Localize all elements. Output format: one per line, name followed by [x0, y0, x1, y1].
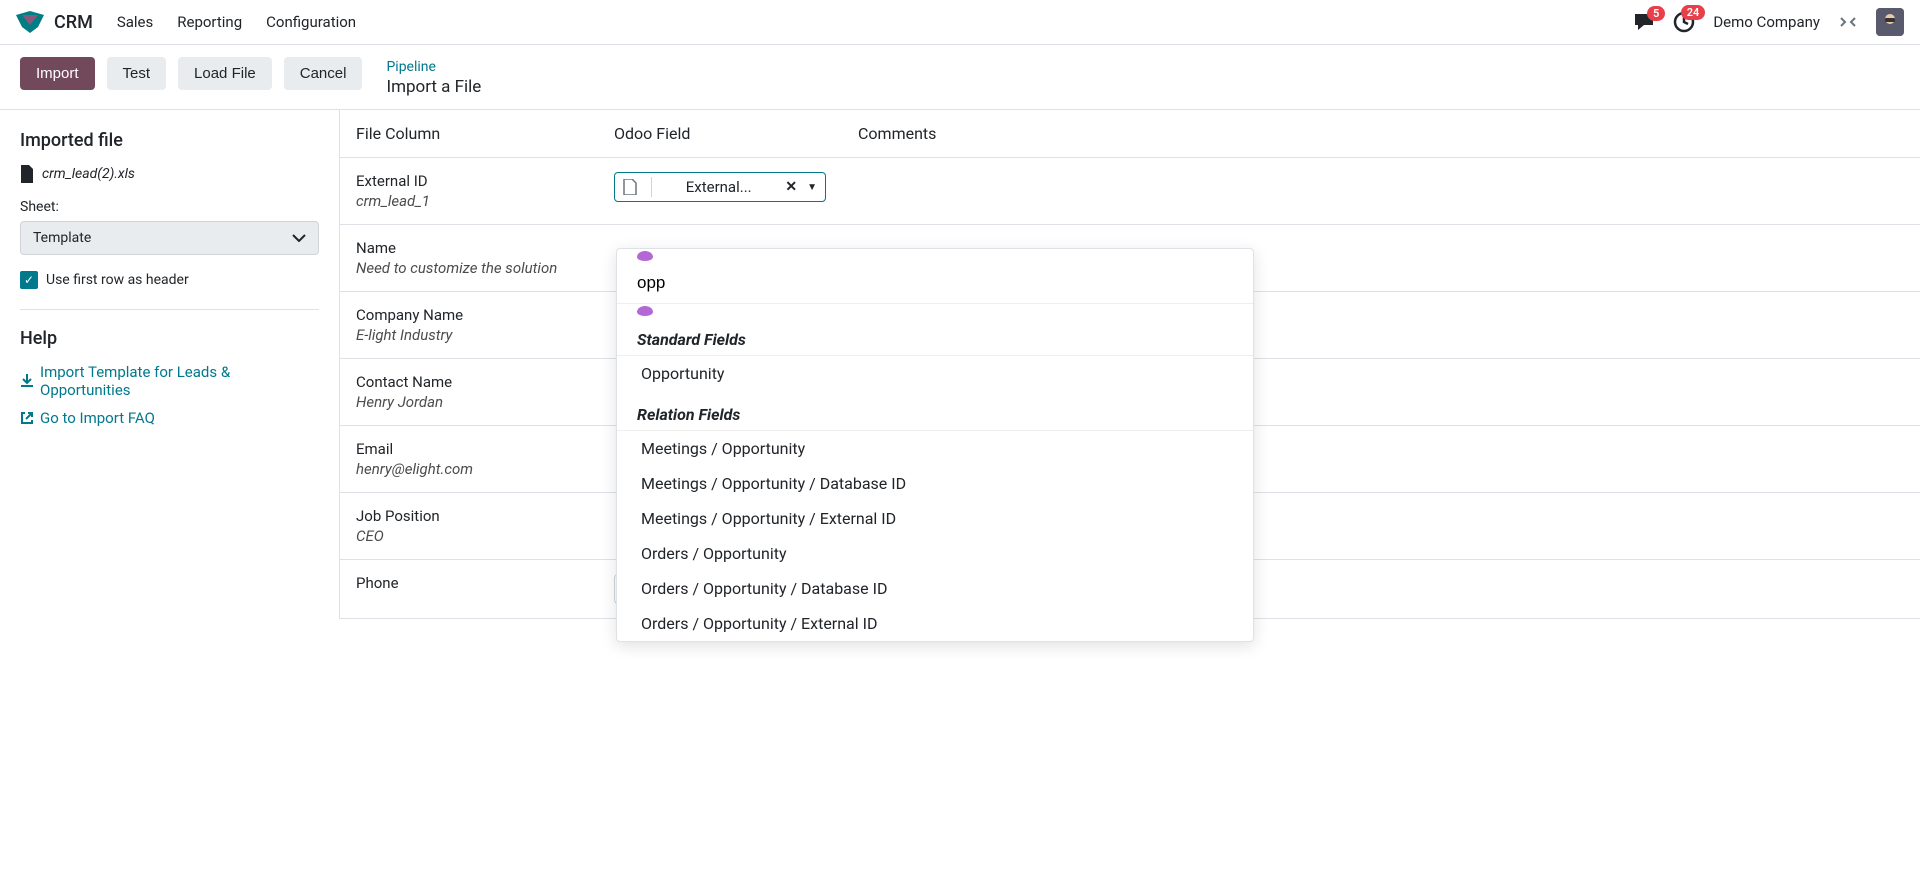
activities-badge: 24: [1681, 5, 1706, 20]
dropdown-item[interactable]: Orders / Opportunity: [617, 536, 1253, 571]
dropdown-item[interactable]: Meetings / Opportunity: [617, 431, 1253, 466]
chevron-down-icon: [292, 234, 306, 242]
column-headers: File Column Odoo Field Comments: [340, 110, 1920, 158]
field-dropdown: Standard Fields Opportunity Relation Fie…: [616, 248, 1254, 642]
row-sample: E-light Industry: [356, 326, 614, 344]
help-heading: Help: [20, 328, 319, 349]
dropdown-item[interactable]: Opportunity: [617, 356, 1253, 391]
dropdown-item[interactable]: Orders / Opportunity / External ID: [617, 606, 1253, 641]
breadcrumb-parent[interactable]: Pipeline: [386, 59, 481, 75]
dropdown-item[interactable]: Meetings / Opportunity / Database ID: [617, 466, 1253, 501]
nav-configuration[interactable]: Configuration: [266, 13, 356, 31]
header-comments: Comments: [858, 124, 1904, 143]
row-sample: Henry Jordan: [356, 393, 614, 411]
messages-badge: 5: [1647, 6, 1665, 21]
action-bar: Import Test Load File Cancel Pipeline Im…: [0, 45, 1920, 110]
download-icon: [20, 374, 34, 388]
activities-icon[interactable]: 24: [1673, 11, 1695, 33]
relation-fields-heading: Relation Fields: [617, 395, 1253, 431]
first-row-checkbox-row[interactable]: ✓ Use first row as header: [20, 271, 319, 289]
company-name[interactable]: Demo Company: [1713, 13, 1820, 31]
external-link-icon: [20, 411, 34, 425]
file-icon: [20, 165, 34, 183]
nav-sales[interactable]: Sales: [117, 13, 153, 31]
field-selector[interactable]: External... ✕ ▼: [614, 172, 826, 202]
checkbox-checked-icon[interactable]: ✓: [20, 271, 38, 289]
sheet-select[interactable]: Template: [20, 221, 319, 255]
dropdown-item[interactable]: Orders / Opportunity / Database ID: [617, 571, 1253, 606]
user-avatar[interactable]: [1876, 8, 1904, 36]
row-sample: Need to customize the solution: [356, 259, 614, 277]
imported-filename: crm_lead(2).xls: [20, 165, 319, 183]
decor-icon: [637, 306, 653, 316]
dropdown-search: [617, 263, 1253, 304]
row-label: Job Position: [356, 507, 614, 525]
breadcrumb: Pipeline Import a File: [386, 57, 481, 97]
import-template-link[interactable]: Import Template for Leads & Opportunitie…: [20, 363, 319, 399]
import-button[interactable]: Import: [20, 57, 95, 90]
row-label: Name: [356, 239, 614, 257]
debug-icon[interactable]: [1838, 12, 1858, 32]
clear-icon[interactable]: ✕: [785, 179, 797, 195]
dropdown-item[interactable]: Meetings / Opportunity / External ID: [617, 501, 1253, 536]
separator: [20, 309, 319, 310]
load-file-button[interactable]: Load File: [178, 57, 272, 90]
sheet-label: Sheet:: [20, 199, 319, 215]
first-row-label: Use first row as header: [46, 272, 189, 288]
import-template-text: Import Template for Leads & Opportunitie…: [40, 363, 319, 399]
filename-text: crm_lead(2).xls: [42, 166, 135, 182]
separator: [651, 177, 652, 197]
row-sample: CEO: [356, 527, 614, 545]
imported-file-heading: Imported file: [20, 130, 319, 151]
app-logo-icon: [16, 11, 44, 33]
header-odoo-field: Odoo Field: [614, 124, 858, 143]
messages-icon[interactable]: 5: [1633, 12, 1655, 32]
breadcrumb-current: Import a File: [386, 77, 481, 97]
faq-link[interactable]: Go to Import FAQ: [20, 409, 319, 427]
app-name[interactable]: CRM: [54, 12, 93, 33]
standard-fields-heading: Standard Fields: [617, 320, 1253, 356]
header-file-column: File Column: [356, 124, 614, 143]
field-value: External...: [662, 178, 775, 196]
top-nav: CRM Sales Reporting Configuration 5 24 D…: [0, 0, 1920, 45]
sheet-value: Template: [33, 230, 91, 246]
caret-down-icon[interactable]: ▼: [807, 182, 817, 193]
row-label: Company Name: [356, 306, 614, 324]
nav-right: 5 24 Demo Company: [1633, 8, 1904, 36]
cancel-button[interactable]: Cancel: [284, 57, 363, 90]
nav-menu: Sales Reporting Configuration: [117, 13, 1634, 31]
nav-reporting[interactable]: Reporting: [177, 13, 242, 31]
sidebar: Imported file crm_lead(2).xls Sheet: Tem…: [0, 110, 340, 619]
row-label: Contact Name: [356, 373, 614, 391]
row-label: Email: [356, 440, 614, 458]
dropdown-search-input[interactable]: [637, 273, 1233, 293]
file-type-icon: [623, 179, 641, 195]
decor-icon: [637, 251, 653, 261]
test-button[interactable]: Test: [107, 57, 167, 90]
mapping-row: External ID crm_lead_1 External... ✕ ▼: [340, 158, 1920, 225]
row-sample: crm_lead_1: [356, 192, 614, 210]
row-label: Phone: [356, 574, 614, 592]
row-label: External ID: [356, 172, 614, 190]
row-sample: henry@elight.com: [356, 460, 614, 478]
faq-text: Go to Import FAQ: [40, 409, 155, 427]
